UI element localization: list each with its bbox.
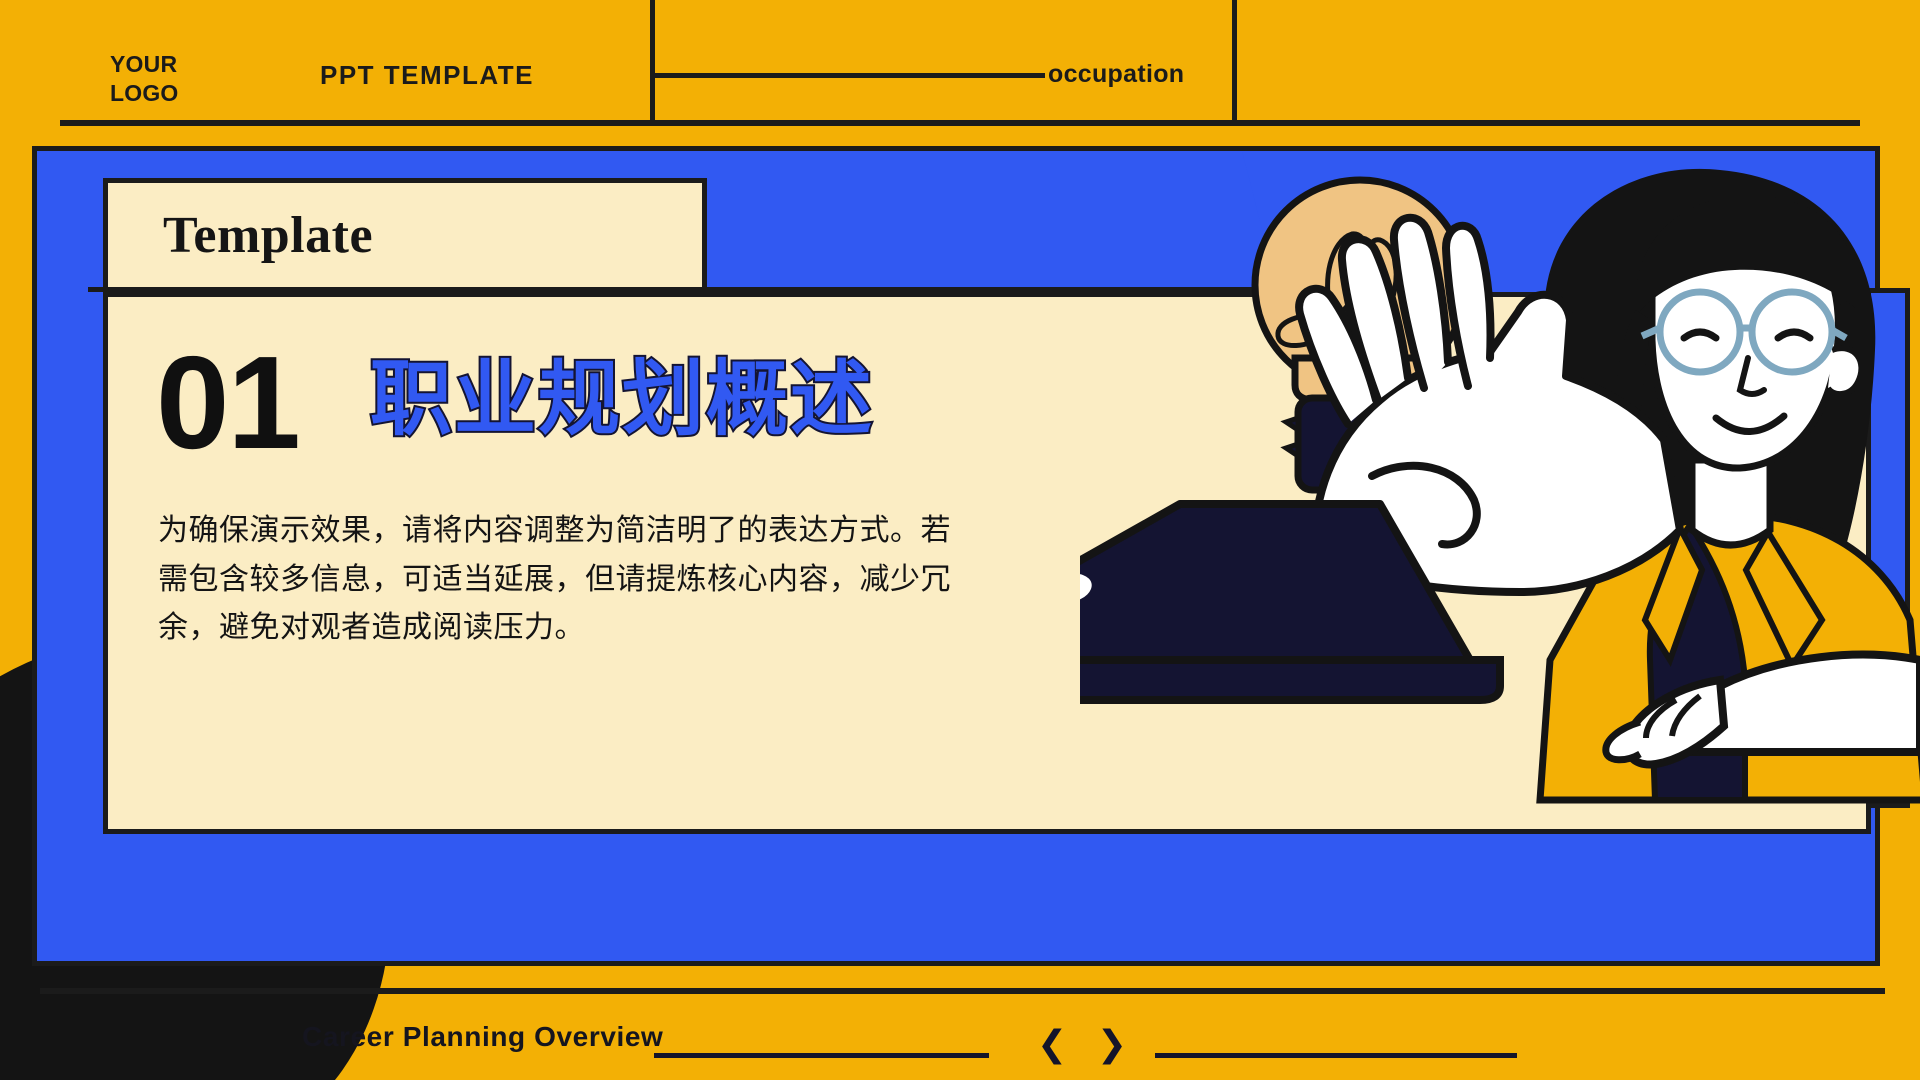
illustration-group	[1080, 100, 1920, 860]
neck	[1688, 456, 1774, 549]
template-tab-label: Template	[163, 206, 374, 264]
footer-line-left	[654, 1053, 989, 1058]
header-divider-left	[650, 0, 655, 122]
slide-root: YOUR LOGO PPT TEMPLATE occupation Career…	[0, 0, 1920, 1080]
slide-bottom-rule	[40, 988, 1885, 994]
ear	[1825, 345, 1865, 397]
section-body-text: 为确保演示效果，请将内容调整为简洁明了的表达方式。若需包含较多信息，可适当延展，…	[158, 514, 951, 645]
template-tab[interactable]: Template	[103, 178, 707, 292]
next-slide-arrow-icon[interactable]: ❯	[1097, 1027, 1127, 1063]
slide-navigation[interactable]: ❮ ❯	[1037, 1027, 1127, 1063]
prev-slide-arrow-icon[interactable]: ❮	[1037, 1027, 1067, 1063]
section-label: occupation	[1048, 60, 1185, 88]
logo-line-1: YOUR	[110, 51, 178, 77]
footer-line-right	[1155, 1053, 1517, 1058]
presentation-title: PPT TEMPLATE	[320, 60, 534, 90]
section-title: 职业规划概述	[368, 354, 875, 445]
footer-caption: Career Planning Overview	[302, 1021, 664, 1052]
section-number: 01	[156, 329, 301, 476]
header-dash-line	[655, 73, 1045, 78]
logo-line-2: LOGO	[110, 80, 179, 107]
logo-block: YOUR LOGO	[110, 50, 250, 109]
